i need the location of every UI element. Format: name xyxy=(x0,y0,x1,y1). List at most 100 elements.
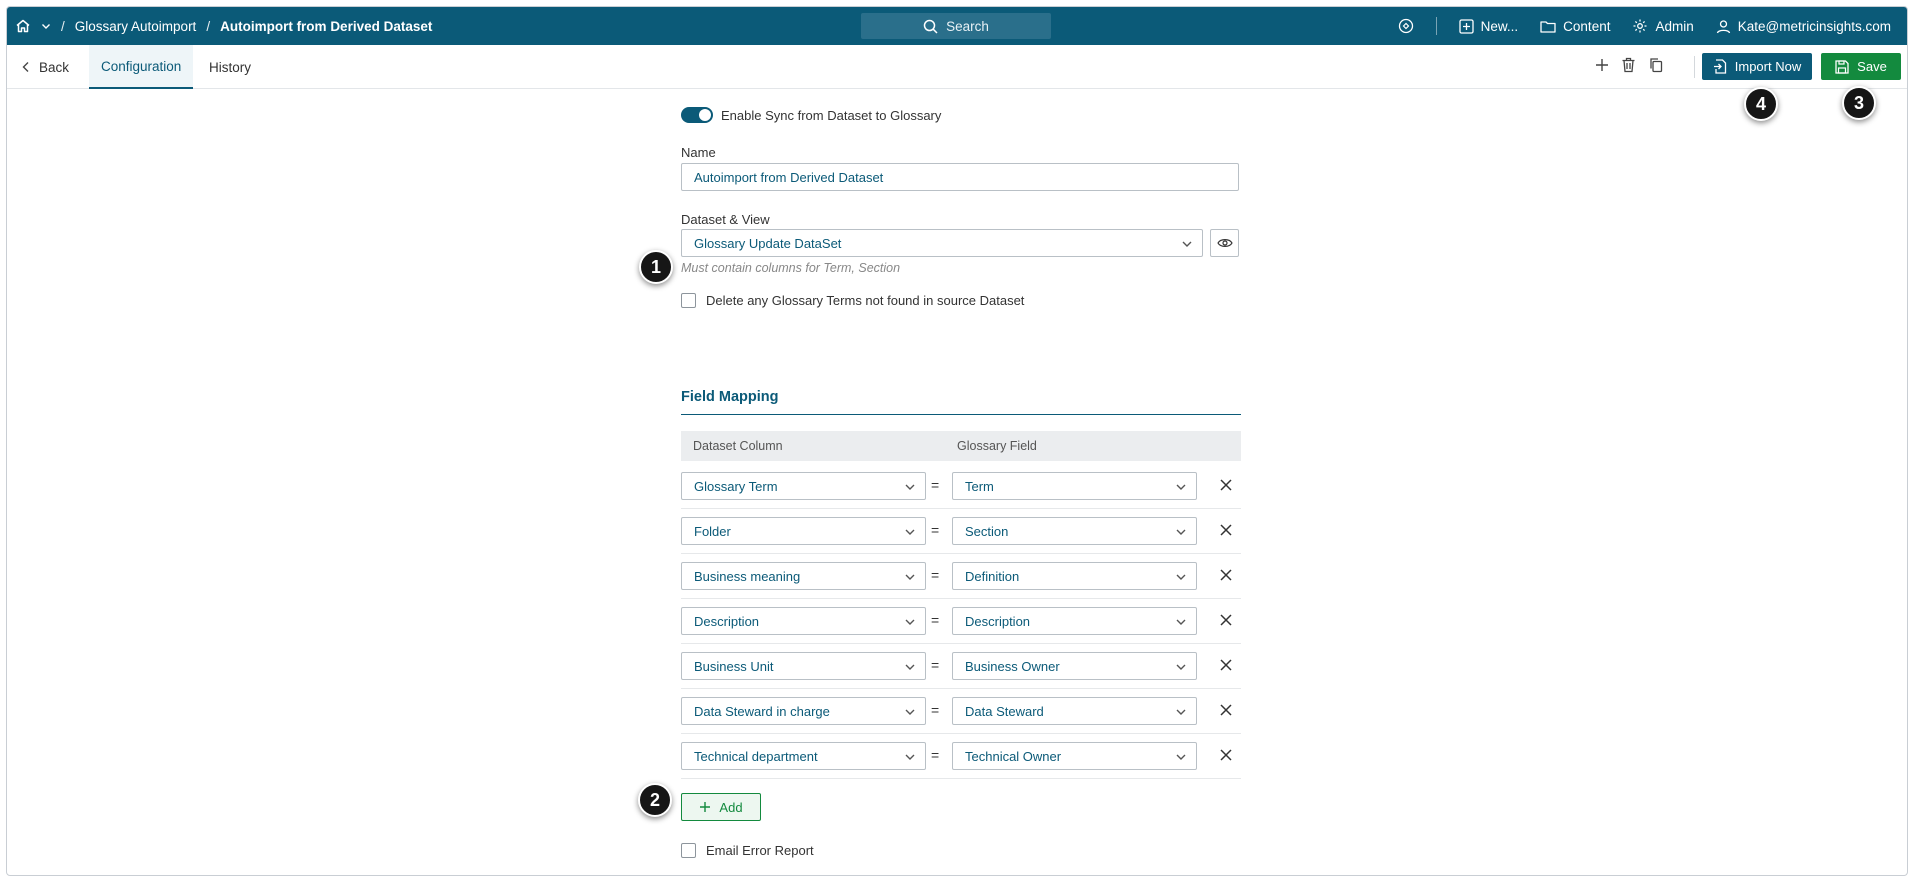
glossary-field-select[interactable]: Section xyxy=(952,517,1197,545)
preview-dataset-button[interactable] xyxy=(1210,229,1239,257)
dataset-label: Dataset & View xyxy=(681,212,770,227)
top-navigation-bar: / Glossary Autoimport / Autoimport from … xyxy=(7,7,1907,45)
tab-label: Configuration xyxy=(101,58,182,74)
glossary-field-select[interactable]: Data Steward xyxy=(952,697,1197,725)
dataset-column-select[interactable]: Technical department xyxy=(681,742,926,770)
glossary-field-select[interactable]: Technical Owner xyxy=(952,742,1197,770)
field-mapping-row: Glossary Term = Term xyxy=(681,464,1241,509)
dataset-column-value: Description xyxy=(694,613,760,629)
delete-terms-checkbox[interactable] xyxy=(681,293,696,308)
save-button[interactable]: Save xyxy=(1821,53,1901,80)
search-label: Search xyxy=(946,18,989,34)
breadcrumb-separator: / xyxy=(206,18,211,34)
divider xyxy=(1694,56,1695,78)
gear-icon xyxy=(1633,19,1647,33)
enable-sync-label: Enable Sync from Dataset to Glossary xyxy=(721,107,942,123)
chevron-down-icon xyxy=(905,574,915,580)
email-error-checkbox[interactable] xyxy=(681,843,696,858)
save-label: Save xyxy=(1857,59,1887,74)
glossary-field-select[interactable]: Term xyxy=(952,472,1197,500)
new-menu[interactable]: New... xyxy=(1459,19,1518,34)
dataset-column-select[interactable]: Glossary Term xyxy=(681,472,926,500)
name-label: Name xyxy=(681,145,716,160)
back-button[interactable]: Back xyxy=(21,45,69,89)
remove-mapping-icon[interactable] xyxy=(1217,566,1235,584)
enable-sync-toggle[interactable] xyxy=(681,107,713,123)
chevron-down-icon xyxy=(905,484,915,490)
chevron-down-icon xyxy=(1176,754,1186,760)
equals-sign: = xyxy=(931,477,940,493)
field-mapping-row: Technical department = Technical Owner xyxy=(681,734,1241,779)
remove-mapping-icon[interactable] xyxy=(1217,656,1235,674)
chevron-down-icon xyxy=(905,709,915,715)
add-icon[interactable] xyxy=(1595,58,1609,77)
trash-icon[interactable] xyxy=(1621,57,1636,78)
chevron-down-icon xyxy=(1176,574,1186,580)
import-now-button[interactable]: Import Now xyxy=(1702,53,1812,80)
tab-configuration[interactable]: Configuration xyxy=(89,45,194,89)
tab-label: History xyxy=(209,59,252,75)
remove-mapping-icon[interactable] xyxy=(1217,476,1235,494)
field-mapping-row: Business meaning = Definition xyxy=(681,554,1241,599)
dataset-column-select[interactable]: Business meaning xyxy=(681,562,926,590)
dataset-column-select[interactable]: Business Unit xyxy=(681,652,926,680)
glossary-field-value: Technical Owner xyxy=(965,748,1062,764)
glossary-field-select[interactable]: Business Owner xyxy=(952,652,1197,680)
remove-mapping-icon[interactable] xyxy=(1217,746,1235,764)
dataset-column-value: Glossary Term xyxy=(694,478,778,494)
dataset-column-value: Technical department xyxy=(694,748,818,764)
email-error-row: Email Error Report xyxy=(681,843,814,858)
callout-badge-2: 2 xyxy=(638,783,672,817)
ai-assistant-icon[interactable] xyxy=(1398,18,1414,34)
field-mapping-row: Folder = Section xyxy=(681,509,1241,554)
glossary-field-value: Business Owner xyxy=(965,658,1060,674)
global-search-button[interactable]: Search xyxy=(861,13,1051,39)
back-label: Back xyxy=(39,59,70,75)
glossary-field-value: Definition xyxy=(965,568,1020,584)
glossary-field-select[interactable]: Description xyxy=(952,607,1197,635)
chevron-down-icon xyxy=(1176,664,1186,670)
folder-icon xyxy=(1540,20,1556,33)
remove-mapping-icon[interactable] xyxy=(1217,611,1235,629)
admin-menu-label: Admin xyxy=(1655,18,1694,34)
import-icon xyxy=(1713,59,1726,74)
divider xyxy=(1435,17,1437,35)
chevron-down-icon xyxy=(1176,529,1186,535)
dataset-column-value: Folder xyxy=(694,523,731,539)
add-mapping-label: Add xyxy=(719,799,743,815)
field-mapping-title: Field Mapping xyxy=(681,389,1241,415)
equals-sign: = xyxy=(931,522,940,538)
chevron-down-icon[interactable] xyxy=(41,21,51,31)
chevron-down-icon xyxy=(1176,709,1186,715)
app-window: / Glossary Autoimport / Autoimport from … xyxy=(6,6,1908,876)
field-mapping-header: Dataset Column Glossary Field xyxy=(681,431,1241,461)
equals-sign: = xyxy=(931,612,940,628)
tab-history[interactable]: History xyxy=(197,45,263,89)
dataset-column-select[interactable]: Folder xyxy=(681,517,926,545)
dataset-select-value: Glossary Update DataSet xyxy=(694,235,842,251)
content-menu[interactable]: Content xyxy=(1540,19,1610,34)
dataset-column-select[interactable]: Data Steward in charge xyxy=(681,697,926,725)
dataset-select[interactable]: Glossary Update DataSet xyxy=(681,229,1203,257)
breadcrumb-parent-link[interactable]: Glossary Autoimport xyxy=(75,19,197,34)
user-menu[interactable]: Kate@metricinsights.com xyxy=(1716,19,1891,34)
user-icon xyxy=(1716,19,1730,33)
copy-icon[interactable] xyxy=(1648,57,1664,78)
home-icon[interactable] xyxy=(15,18,31,34)
field-mapping-row: Description = Description xyxy=(681,599,1241,644)
remove-mapping-icon[interactable] xyxy=(1217,521,1235,539)
breadcrumb-current: Autoimport from Derived Dataset xyxy=(220,18,433,34)
chevron-down-icon xyxy=(1176,484,1186,490)
admin-menu[interactable]: Admin xyxy=(1632,18,1694,34)
chevron-down-icon xyxy=(1182,241,1192,247)
remove-mapping-icon[interactable] xyxy=(1217,701,1235,719)
dataset-column-select[interactable]: Description xyxy=(681,607,926,635)
breadcrumb-separator: / xyxy=(61,18,65,34)
equals-sign: = xyxy=(931,747,940,763)
name-input[interactable]: Autoimport from Derived Dataset xyxy=(681,163,1239,191)
enable-sync-row: Enable Sync from Dataset to Glossary xyxy=(681,100,941,130)
add-mapping-button[interactable]: Add xyxy=(681,793,761,821)
delete-terms-label: Delete any Glossary Terms not found in s… xyxy=(706,293,1025,308)
glossary-field-select[interactable]: Definition xyxy=(952,562,1197,590)
glossary-field-value: Section xyxy=(965,523,1009,539)
